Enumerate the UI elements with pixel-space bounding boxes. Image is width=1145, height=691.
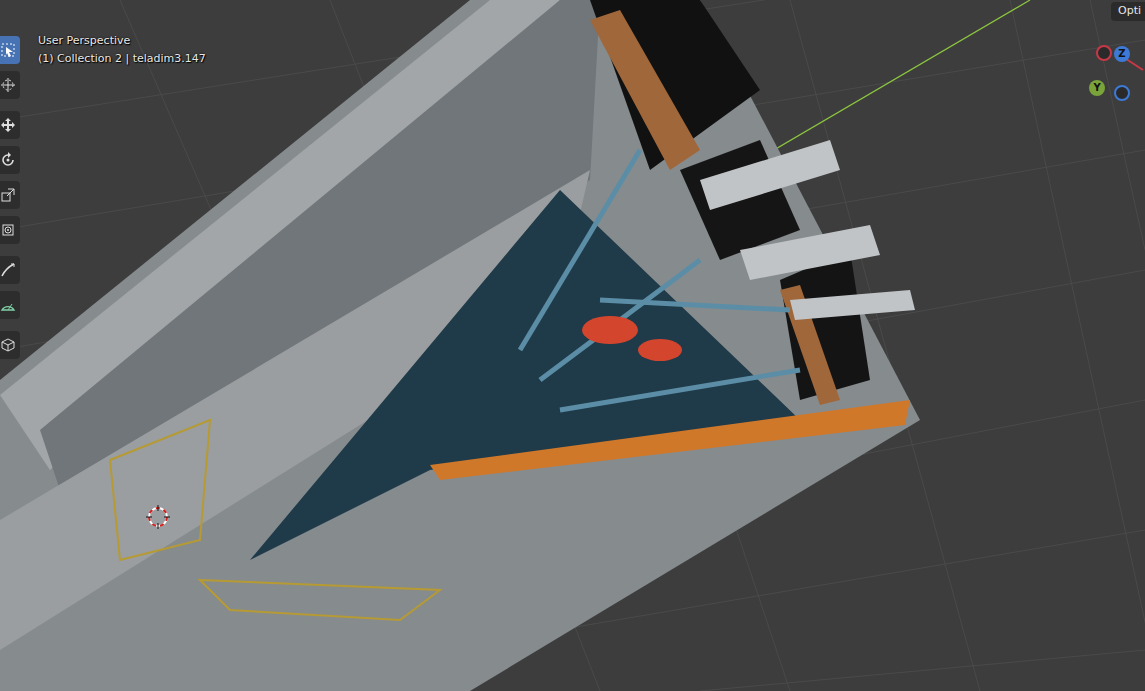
tool-button[interactable] <box>0 36 20 64</box>
axis-label: Z <box>1118 49 1125 59</box>
viewport-info: User Perspective (1) Collection 2 | tela… <box>38 32 206 68</box>
cursor-tool-icon <box>0 77 16 93</box>
move-tool-icon <box>0 117 16 133</box>
scene-render[interactable] <box>0 0 1145 691</box>
addcube-tool-icon <box>0 337 16 353</box>
measure-tool-icon <box>0 297 16 313</box>
gizmo-axis[interactable]: Y <box>1089 80 1105 96</box>
tool-button[interactable] <box>0 291 20 319</box>
gizmo-negative-axis[interactable] <box>1096 45 1112 61</box>
annotate-tool-icon <box>0 262 16 278</box>
tool-button[interactable] <box>0 331 20 359</box>
tool-button[interactable] <box>0 146 20 174</box>
3d-viewport[interactable]: User Perspective (1) Collection 2 | tela… <box>0 0 1145 691</box>
view-name: User Perspective <box>38 32 206 50</box>
navigation-gizmo[interactable]: ZY <box>1085 30 1145 110</box>
context-label: (1) Collection 2 | teladim3.147 <box>38 50 206 68</box>
tool-button[interactable] <box>0 111 20 139</box>
options-button[interactable]: Opti <box>1111 2 1145 21</box>
gizmo-negative-axis[interactable] <box>1114 85 1130 101</box>
tool-button[interactable] <box>0 71 20 99</box>
3d-cursor-icon[interactable] <box>146 505 170 529</box>
transform-tool-icon <box>0 222 16 238</box>
toolbar <box>0 36 20 366</box>
scale-tool-icon <box>0 187 16 203</box>
gizmo-axis[interactable]: Z <box>1114 46 1130 62</box>
rotate-tool-icon <box>0 152 16 168</box>
tool-button[interactable] <box>0 181 20 209</box>
tool-button[interactable] <box>0 216 20 244</box>
tool-button[interactable] <box>0 256 20 284</box>
axis-label: Y <box>1093 83 1100 93</box>
select-tool-icon <box>0 42 16 58</box>
